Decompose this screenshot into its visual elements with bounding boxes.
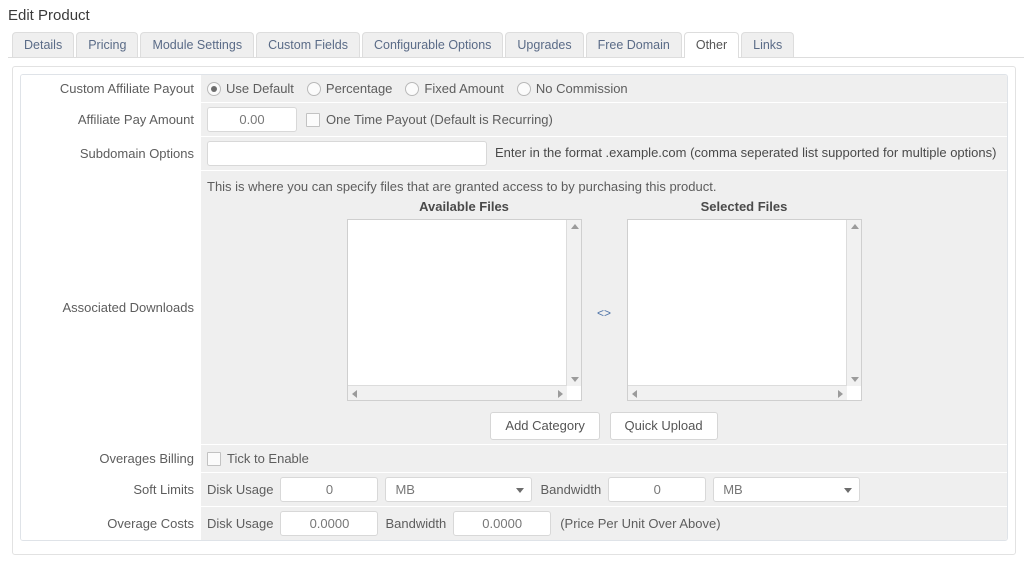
field-overage-costs: Disk Usage Bandwidth (Price Per Unit Ove…: [201, 507, 1007, 540]
available-files-horizontal-scrollbar[interactable]: [347, 385, 567, 400]
scroll-up-arrow-icon[interactable]: [850, 224, 859, 229]
checkbox-overages-billing[interactable]: Tick to Enable: [207, 451, 309, 466]
row-overages-billing: Overages Billing Tick to Enable: [21, 445, 1007, 473]
available-files-vertical-scrollbar[interactable]: [565, 220, 581, 386]
checkbox-label-one-time-payout: One Time Payout (Default is Recurring): [326, 112, 553, 127]
label-affiliate-pay-amount: Affiliate Pay Amount: [21, 103, 201, 136]
field-soft-limits: Disk Usage MB Bandwidth MB: [201, 473, 1007, 506]
radio-label-percentage: Percentage: [325, 81, 393, 96]
label-associated-downloads: Associated Downloads: [21, 171, 201, 444]
subdomain-options-hint: Enter in the format .example.com (comma …: [495, 145, 997, 160]
page-title: Edit Product: [8, 7, 90, 24]
associated-downloads-columns: Available Files <> Selected Files: [207, 199, 1001, 404]
other-tab-panel: Custom Affiliate Payout Use Default Perc…: [12, 66, 1016, 555]
checkbox-label-overages-billing: Tick to Enable: [227, 451, 309, 466]
tab-upgrades[interactable]: Upgrades: [505, 32, 584, 57]
tab-links[interactable]: Links: [741, 32, 795, 57]
row-subdomain-options: Subdomain Options Enter in the format .e…: [21, 137, 1007, 171]
subdomain-options-input[interactable]: [207, 141, 487, 166]
tab-details[interactable]: Details: [12, 32, 75, 57]
label-overage-costs: Overage Costs: [21, 507, 201, 540]
row-associated-downloads: Associated Downloads This is where you c…: [21, 171, 1007, 445]
field-associated-downloads: This is where you can specify files that…: [201, 171, 1007, 444]
checkbox-indicator-overages-billing: [207, 451, 221, 466]
scrollbar-corner: [566, 386, 581, 400]
selected-files-horizontal-scrollbar[interactable]: [627, 385, 847, 400]
checkbox-one-time-payout[interactable]: One Time Payout (Default is Recurring): [306, 112, 553, 127]
soft-limits-disk-unit-select[interactable]: MB: [385, 477, 533, 502]
radio-indicator-fixed-amount: [405, 81, 420, 96]
tab-configurable-options[interactable]: Configurable Options: [361, 32, 504, 57]
overage-costs-hint: (Price Per Unit Over Above): [560, 516, 721, 531]
radio-indicator-use-default: [207, 81, 221, 96]
swap-files-link[interactable]: <>: [597, 306, 611, 320]
radio-indicator-percentage: [306, 81, 321, 96]
checkbox-indicator-one-time-payout: [306, 112, 320, 127]
row-overage-costs: Overage Costs Disk Usage Bandwidth (Pric…: [21, 507, 1007, 540]
row-soft-limits: Soft Limits Disk Usage MB Bandwidth MB: [21, 473, 1007, 507]
soft-limits-bandwidth-label: Bandwidth: [540, 482, 602, 497]
tab-other[interactable]: Other: [683, 32, 740, 58]
radio-label-use-default: Use Default: [226, 81, 294, 96]
overage-costs-disk-usage-input[interactable]: [280, 511, 379, 536]
subdomain-options-wrap: Enter in the format .example.com (comma …: [207, 141, 1001, 166]
product-other-form: Custom Affiliate Payout Use Default Perc…: [20, 74, 1008, 541]
available-files-header: Available Files: [419, 199, 509, 214]
radio-label-fixed-amount: Fixed Amount: [424, 81, 504, 96]
quick-upload-button[interactable]: Quick Upload: [609, 412, 718, 440]
chevron-down-icon: [516, 488, 525, 493]
soft-limits-disk-usage-label: Disk Usage: [207, 482, 274, 497]
tab-module-settings[interactable]: Module Settings: [140, 32, 255, 57]
row-custom-affiliate-payout: Custom Affiliate Payout Use Default Perc…: [21, 75, 1007, 103]
radio-use-default[interactable]: Use Default: [207, 81, 294, 96]
soft-limits-disk-usage-input[interactable]: [280, 477, 379, 502]
selected-files-vertical-scrollbar[interactable]: [845, 220, 861, 386]
radio-no-commission[interactable]: No Commission: [516, 81, 628, 96]
field-affiliate-pay-amount: One Time Payout (Default is Recurring): [201, 103, 1007, 136]
radio-indicator-no-commission: [516, 81, 531, 96]
selected-files-header: Selected Files: [700, 199, 788, 214]
tab-bar: Details Pricing Module Settings Custom Fiel…: [8, 32, 1024, 58]
label-custom-affiliate-payout: Custom Affiliate Payout: [21, 75, 201, 102]
row-affiliate-pay-amount: Affiliate Pay Amount One Time Payout (De…: [21, 103, 1007, 137]
label-overages-billing: Overages Billing: [21, 445, 201, 472]
soft-limits-disk-unit-value: MB: [395, 482, 415, 497]
add-category-button[interactable]: Add Category: [490, 412, 600, 440]
scroll-right-arrow-icon[interactable]: [557, 390, 563, 398]
scroll-left-arrow-icon[interactable]: [351, 390, 357, 398]
tab-free-domain[interactable]: Free Domain: [585, 32, 682, 57]
field-overages-billing: Tick to Enable: [201, 445, 1007, 472]
tab-custom-fields[interactable]: Custom Fields: [256, 32, 360, 57]
overage-costs-disk-usage-label: Disk Usage: [207, 516, 274, 531]
label-soft-limits: Soft Limits: [21, 473, 201, 506]
available-files-listbox[interactable]: [346, 219, 582, 401]
tab-pricing[interactable]: Pricing: [76, 32, 139, 57]
available-files-column: Available Files: [346, 199, 582, 401]
scrollbar-corner: [846, 386, 861, 400]
scroll-down-arrow-icon[interactable]: [850, 377, 859, 382]
scroll-left-arrow-icon[interactable]: [631, 390, 637, 398]
selected-files-column: Selected Files: [626, 199, 862, 401]
associated-downloads-area: Available Files <> Selected Files Add Ca…: [207, 199, 1001, 440]
selected-files-listbox[interactable]: [626, 219, 862, 401]
field-custom-affiliate-payout: Use Default Percentage Fixed Amount No C…: [201, 75, 1007, 102]
affiliate-pay-amount-input[interactable]: [207, 107, 297, 132]
soft-limits-bandwidth-unit-select[interactable]: MB: [713, 477, 861, 502]
files-transfer-control: <>: [582, 222, 627, 404]
radio-percentage[interactable]: Percentage: [306, 81, 393, 96]
scroll-down-arrow-icon[interactable]: [570, 377, 579, 382]
radio-label-no-commission: No Commission: [535, 81, 628, 96]
soft-limits-bandwidth-input[interactable]: [608, 477, 707, 502]
overage-costs-bandwidth-label: Bandwidth: [385, 516, 447, 531]
scroll-right-arrow-icon[interactable]: [837, 390, 843, 398]
associated-downloads-description: This is where you can specify files that…: [207, 179, 717, 194]
soft-limits-bandwidth-unit-value: MB: [723, 482, 743, 497]
radio-fixed-amount[interactable]: Fixed Amount: [405, 81, 504, 96]
associated-downloads-buttons: Add Category Quick Upload: [207, 412, 1001, 440]
field-subdomain-options: Enter in the format .example.com (comma …: [201, 137, 1007, 170]
scroll-up-arrow-icon[interactable]: [570, 224, 579, 229]
label-subdomain-options: Subdomain Options: [21, 137, 201, 170]
chevron-down-icon: [844, 488, 853, 493]
overage-costs-bandwidth-input[interactable]: [453, 511, 552, 536]
